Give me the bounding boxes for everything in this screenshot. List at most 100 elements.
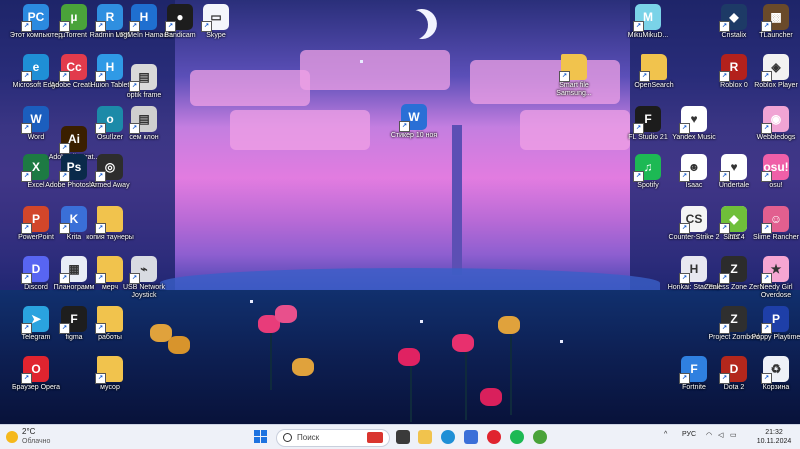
- desktop-icon[interactable]: ↗ работы: [78, 306, 142, 342]
- weather-widget[interactable]: 2°C Облачно: [6, 427, 66, 445]
- start-button[interactable]: [254, 430, 268, 444]
- desktop-icon[interactable]: ⌁ ↗ USB Network Joystick: [112, 256, 176, 300]
- shortcut-arrow-icon: ↗: [719, 223, 730, 234]
- shortcut-arrow-icon: ↗: [761, 323, 772, 334]
- shortcut-arrow-icon: ↗: [21, 323, 32, 334]
- shortcut-arrow-icon: ↗: [719, 323, 730, 334]
- desktop-icon[interactable]: ★ ↗ Needy Girl Overdose: [744, 256, 800, 300]
- desktop-icon[interactable]: M ↗ MikuMikuD...: [616, 4, 680, 40]
- shortcut-arrow-icon: ↗: [761, 21, 772, 32]
- slime-rancher-icon: ☺ ↗: [761, 206, 789, 234]
- desktop-icon[interactable]: ◎ ↗ Armed Away: [78, 154, 142, 190]
- wallpaper-tower: [452, 125, 462, 275]
- wallpaper-flower: [498, 316, 520, 334]
- taskbar: 2°C Облачно Поиск ^ РУС ◠ ◁ ▭ 21:32 10.1…: [0, 424, 800, 449]
- clock-time: 21:32: [765, 429, 783, 436]
- desktop-icon[interactable]: ↗ мусор: [78, 356, 142, 392]
- file-explorer-icon[interactable]: [418, 430, 432, 444]
- language-indicator[interactable]: РУС: [682, 431, 696, 447]
- shortcut-arrow-icon: ↗: [761, 223, 772, 234]
- shortcut-arrow-icon: ↗: [761, 171, 772, 182]
- desktop-icon[interactable]: W ↗ Стикер 10 ноя: [382, 104, 446, 140]
- clock-date: 10.11.2024: [756, 438, 792, 445]
- wallpaper-stem: [510, 335, 512, 415]
- wifi-icon[interactable]: ◠: [706, 431, 712, 447]
- tlauncher-icon: ▩ ↗: [761, 4, 789, 32]
- spotify-taskbar-icon[interactable]: [510, 430, 524, 444]
- shortcut-arrow-icon: ↗: [95, 323, 106, 334]
- poppy-playtime-icon: P ↗: [761, 306, 789, 334]
- desktop-icon[interactable]: ▤ ↗ optik frame: [112, 64, 176, 100]
- desktop-icon-label: Needy Girl Overdose: [759, 284, 793, 299]
- opera-taskbar-icon[interactable]: [487, 430, 501, 444]
- desktop-icon[interactable]: ▭ ↗ Skype: [184, 4, 248, 40]
- shortcut-arrow-icon: ↗: [679, 223, 690, 234]
- desktop-icon-label: Slime Rancher: [753, 234, 799, 241]
- shortcut-arrow-icon: ↗: [719, 171, 730, 182]
- image-file-icon: ▤ ↗: [129, 64, 157, 92]
- desktop-icon[interactable]: ▩ ↗ TLauncher: [744, 4, 800, 40]
- desktop-icon[interactable]: ◉ ↗ Webbledogs: [744, 106, 800, 142]
- wallpaper-flower: [480, 388, 502, 406]
- shortcut-arrow-icon: ↗: [59, 143, 70, 154]
- wallpaper-cloud: [190, 70, 310, 106]
- battery-icon[interactable]: ▭: [730, 431, 737, 447]
- edge-taskbar-icon[interactable]: [441, 430, 455, 444]
- shortcut-arrow-icon: ↗: [399, 121, 410, 132]
- shortcut-arrow-icon: ↗: [633, 123, 644, 134]
- desktop-icon[interactable]: ↗ OpenSearch: [622, 54, 686, 90]
- shortcut-arrow-icon: ↗: [129, 81, 140, 92]
- shortcut-arrow-icon: ↗: [59, 323, 70, 334]
- desktop-icon-label: работы: [98, 334, 122, 341]
- roblox-player-icon: ◈ ↗: [761, 54, 789, 82]
- store-icon[interactable]: [464, 430, 478, 444]
- utorrent-taskbar-icon[interactable]: [533, 430, 547, 444]
- desktop-icon-label: копия таунеры: [86, 234, 134, 241]
- shortcut-arrow-icon: ↗: [165, 21, 176, 32]
- desktop-icon[interactable]: ☺ ↗ Slime Rancher: [744, 206, 800, 242]
- task-view-icon[interactable]: [396, 430, 410, 444]
- shortcut-arrow-icon: ↗: [21, 223, 32, 234]
- windows-logo-icon: [254, 430, 260, 436]
- desktop-icon[interactable]: ▤ ↗ сем клон: [112, 106, 176, 142]
- clock[interactable]: 21:32 10.11.2024: [752, 428, 796, 445]
- shortcut-arrow-icon: ↗: [129, 273, 140, 284]
- search-placeholder: Поиск: [297, 433, 320, 442]
- file-icon: ▤ ↗: [129, 106, 157, 134]
- desktop-icon[interactable]: ♻ ↗ Корзина: [744, 356, 800, 392]
- desktop-icon[interactable]: ◈ ↗ Roblox Player: [744, 54, 800, 90]
- desktop-icon[interactable]: osu! ↗ osu!: [744, 154, 800, 190]
- shortcut-arrow-icon: ↗: [21, 373, 32, 384]
- wallpaper-flower: [452, 334, 474, 352]
- desktop-icon-label: USB Network Joystick: [122, 284, 165, 299]
- desktop-icon[interactable]: P ↗ Poppy Playtime: [744, 306, 800, 342]
- shortcut-arrow-icon: ↗: [201, 21, 212, 32]
- desktop-icon[interactable]: O ↗ Браузер Opera: [4, 356, 68, 392]
- volume-icon[interactable]: ◁: [718, 431, 723, 447]
- shortcut-arrow-icon: ↗: [679, 171, 690, 182]
- taskbar-search[interactable]: Поиск: [276, 429, 390, 447]
- weather-temp: 2°C: [22, 427, 36, 436]
- folder-icon: ↗: [559, 54, 587, 82]
- search-icon: [283, 433, 292, 442]
- desktop-icon[interactable]: ♥ ↗ Yandex Music: [662, 106, 726, 142]
- needy-girl-overdose-icon: ★ ↗: [761, 256, 789, 284]
- desktop-icon-label: OpenSearch: [634, 82, 674, 89]
- desktop-icon-label: TLauncher: [759, 32, 793, 39]
- desktop-icon-label: сем клон: [129, 134, 159, 141]
- shortcut-arrow-icon: ↗: [633, 21, 644, 32]
- shortcut-arrow-icon: ↗: [95, 21, 106, 32]
- webbledogs-icon: ◉ ↗: [761, 106, 789, 134]
- desktop-icon[interactable]: ↗ Smart file Samsung...: [542, 54, 606, 98]
- mikumikudance-icon: M ↗: [633, 4, 661, 32]
- shortcut-arrow-icon: ↗: [761, 123, 772, 134]
- desktop-icon-label: мусор: [100, 384, 120, 391]
- wallpaper-cloud: [230, 110, 370, 150]
- shortcut-arrow-icon: ↗: [719, 71, 730, 82]
- tray-chevron-icon[interactable]: ^: [664, 431, 667, 447]
- shortcut-arrow-icon: ↗: [129, 21, 140, 32]
- shortcut-arrow-icon: ↗: [95, 273, 106, 284]
- wallpaper-flower: [168, 336, 190, 354]
- shortcut-arrow-icon: ↗: [95, 171, 106, 182]
- desktop-icon[interactable]: ↗ копия таунеры: [78, 206, 142, 242]
